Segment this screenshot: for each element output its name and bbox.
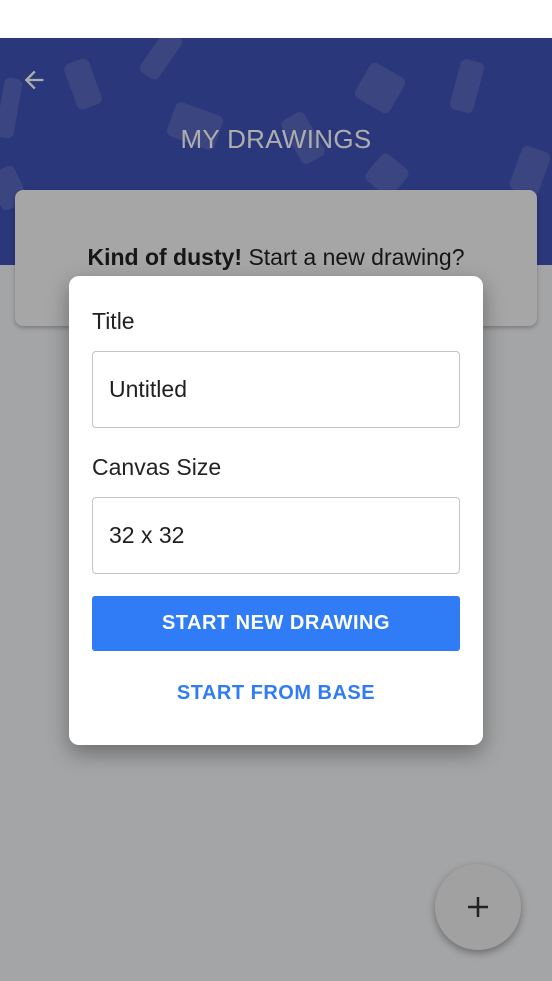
- status-bar: [0, 0, 552, 38]
- start-from-base-button[interactable]: START FROM BASE: [92, 671, 460, 715]
- canvas-size-select[interactable]: 32 x 32: [92, 497, 460, 574]
- title-label: Title: [92, 308, 135, 334]
- new-drawing-dialog: Title Untitled Canvas Size 32 x 32 START…: [69, 276, 483, 745]
- start-new-drawing-button[interactable]: START NEW DRAWING: [92, 596, 460, 651]
- title-input[interactable]: Untitled: [92, 351, 460, 428]
- app-screen: MY DRAWINGS Kind of dusty! Start a new d…: [0, 0, 552, 981]
- title-input-value: Untitled: [109, 376, 187, 402]
- canvas-size-value: 32 x 32: [109, 522, 185, 548]
- canvas-size-label: Canvas Size: [92, 454, 222, 480]
